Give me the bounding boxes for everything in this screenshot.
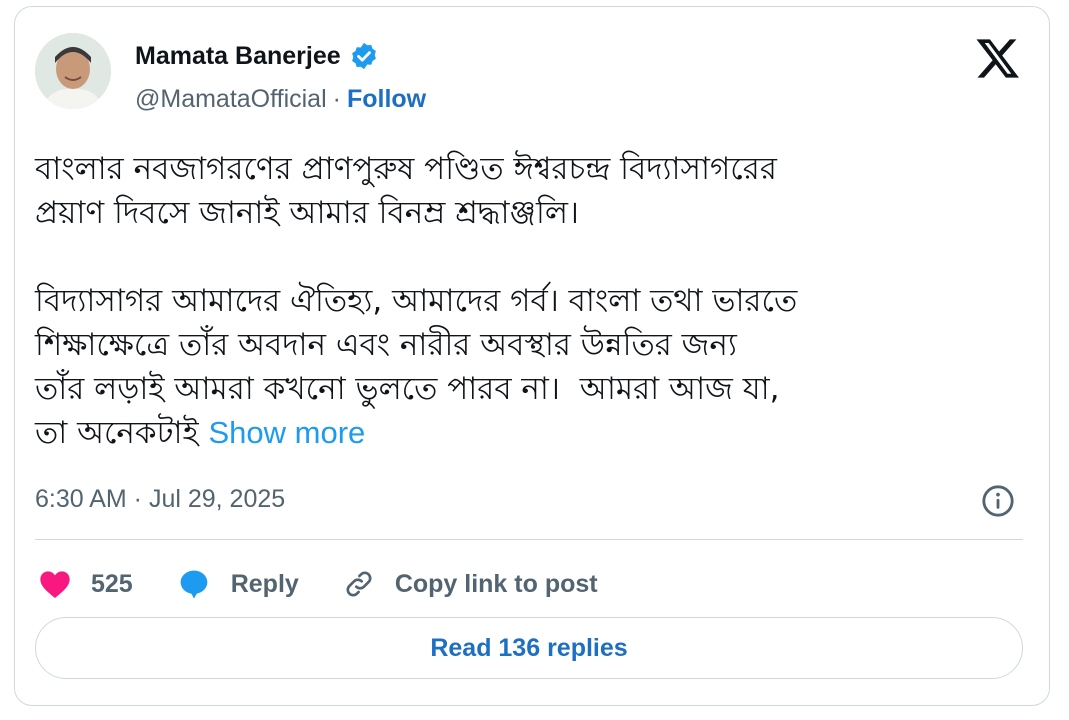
link-icon	[346, 571, 372, 597]
tweet-paragraph-2: বিদ্যাসাগর আমাদের ঐতিহ্য, আমাদের গর্ব। ব…	[35, 283, 798, 451]
action-bar: 525 Reply Copy link to post	[39, 559, 642, 609]
read-replies-button[interactable]: Read 136 replies	[35, 617, 1023, 679]
separator-dot: ·	[332, 85, 341, 113]
author-name-row: Mamata Banerjee	[135, 41, 379, 71]
author-handle[interactable]: @MamataOfficial	[135, 85, 327, 114]
x-logo-icon[interactable]	[975, 35, 1021, 81]
reply-button[interactable]: Reply	[177, 568, 299, 600]
profile-photo	[35, 33, 111, 109]
reply-bubble-icon	[180, 570, 208, 599]
heart-icon	[40, 571, 70, 598]
author-handle-row: @MamataOfficial · Follow	[135, 85, 426, 114]
show-more-link[interactable]: Show more	[208, 415, 365, 450]
like-button[interactable]: 525	[39, 569, 133, 599]
divider	[35, 539, 1023, 540]
tweet-timestamp[interactable]: 6:30 AM · Jul 29, 2025	[35, 485, 285, 514]
copy-link-label: Copy link to post	[394, 569, 598, 598]
info-icon[interactable]	[981, 484, 1015, 518]
author-name[interactable]: Mamata Banerjee	[135, 42, 341, 71]
tweet-paragraph-1: বাংলার নবজাগরণের প্রাণপুরুষ পণ্ডিত ঈশ্বর…	[35, 151, 777, 231]
follow-button[interactable]: Follow	[347, 85, 426, 114]
like-count: 525	[91, 569, 133, 598]
reply-label: Reply	[230, 569, 299, 598]
tweet-card: Mamata Banerjee @MamataOfficial · Follow…	[14, 6, 1050, 706]
copy-link-button[interactable]: Copy link to post	[343, 568, 598, 600]
avatar[interactable]	[35, 33, 111, 109]
tweet-text: বাংলার নবজাগরণের প্রাণপুরুষ পণ্ডিত ঈশ্বর…	[35, 147, 1025, 455]
verified-badge-icon	[351, 42, 376, 70]
